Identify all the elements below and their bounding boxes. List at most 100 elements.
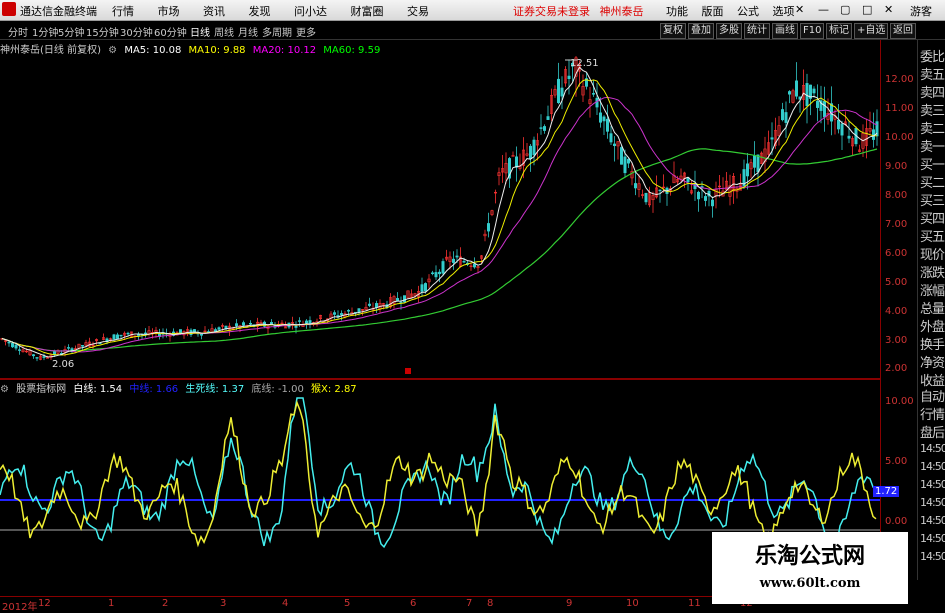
menu-ask[interactable]: 问小达	[294, 5, 327, 18]
panel-label: 外盘	[920, 320, 945, 335]
candle-body	[595, 97, 599, 108]
menu-layout[interactable]: 版面	[702, 5, 724, 18]
candle-body	[612, 143, 616, 147]
period-5min[interactable]: 5分钟	[58, 24, 84, 39]
adjust-button[interactable]: 复权	[660, 23, 686, 39]
f10-button[interactable]: F10	[800, 23, 825, 39]
menu-formula[interactable]: 公式	[737, 5, 759, 18]
price-tick: 9.00	[885, 161, 908, 172]
stats-button[interactable]: 统计	[744, 23, 770, 39]
candle-body	[605, 118, 609, 132]
period-daily[interactable]: 日线	[190, 24, 210, 39]
candle-body	[752, 155, 756, 168]
menu-function[interactable]: 功能	[666, 5, 688, 18]
menu-options[interactable]: 选项	[773, 5, 795, 18]
candle-body	[242, 322, 246, 326]
overlay-button[interactable]: 叠加	[688, 23, 714, 39]
price-tick: 12.00	[885, 74, 914, 85]
period-multi[interactable]: 多周期	[262, 24, 292, 39]
period-1min[interactable]: 1分钟	[32, 24, 58, 39]
menu-news[interactable]: 资讯	[203, 5, 225, 18]
app-title: 通达信金融终端	[20, 5, 97, 18]
candle-body	[17, 349, 21, 351]
menu-trade[interactable]: 交易	[407, 5, 429, 18]
period-30min[interactable]: 30分钟	[120, 24, 153, 39]
candle-body	[780, 109, 784, 121]
price-tick: 10.00	[885, 132, 914, 143]
auto-button[interactable]: 自动	[920, 386, 945, 405]
candle-body	[116, 334, 120, 339]
period-15min[interactable]: 15分钟	[86, 24, 119, 39]
indicator-tick: 5.00	[885, 456, 908, 467]
x-label: 10	[626, 598, 639, 609]
mark-button[interactable]: 标记	[826, 23, 852, 39]
candle-body	[703, 196, 707, 201]
draw-button[interactable]: 画线	[772, 23, 798, 39]
login-notice[interactable]: 证券交易未登录 神州泰岳	[513, 3, 644, 19]
panel-time: 14:50	[920, 496, 945, 509]
candle-body	[486, 223, 490, 232]
candle-body	[784, 112, 788, 123]
panel-label: 卖五	[920, 68, 945, 83]
ma10-line	[1, 79, 878, 356]
restore-icon[interactable]: ▢	[840, 3, 850, 16]
candle-body	[528, 145, 532, 159]
candle-body	[770, 137, 774, 140]
price-chart[interactable]: 12.51 2.06	[0, 56, 880, 376]
maximize-icon[interactable]: □	[862, 3, 872, 16]
menu-discover[interactable]: 发现	[249, 5, 271, 18]
candle-body	[794, 80, 798, 97]
close-window-icon[interactable]: ✕	[884, 3, 893, 16]
panel-time: 14:50	[920, 532, 945, 545]
candle-body	[602, 116, 606, 122]
x-label: 9	[566, 598, 573, 609]
guest-label[interactable]: 游客	[910, 3, 932, 19]
period-more[interactable]: 更多	[296, 24, 316, 39]
panel-label: 委比	[920, 50, 945, 65]
candle-body	[462, 261, 466, 263]
x-label: 11	[688, 598, 701, 609]
minimize-icon[interactable]: —	[818, 3, 829, 16]
candle-body	[623, 156, 627, 174]
candle-body	[14, 344, 18, 349]
event-marker-icon	[405, 368, 411, 374]
candle-body	[119, 334, 123, 337]
panel-label: 总量	[920, 302, 945, 317]
close-icon[interactable]: ✕	[795, 3, 804, 16]
multi-stock-button[interactable]: 多股	[716, 23, 742, 39]
panel-label: 买三	[920, 194, 945, 209]
period-timeshare[interactable]: 分时	[8, 24, 28, 39]
menu-wealth[interactable]: 财富圈	[351, 5, 384, 18]
x-label: 6	[410, 598, 417, 609]
watermark-url: www.60lt.com	[759, 576, 861, 591]
quote-button[interactable]: 行情	[920, 404, 945, 423]
candle-body	[434, 272, 438, 278]
candle-body	[126, 332, 130, 335]
after-hours-button[interactable]: 盘后	[920, 422, 945, 441]
candlesticks	[0, 56, 879, 362]
price-tick: 2.00	[885, 363, 908, 374]
add-watchlist-button[interactable]: +自选	[854, 23, 889, 39]
candle-body	[658, 189, 662, 192]
app-logo-icon	[2, 2, 16, 16]
back-button[interactable]: 返回	[890, 23, 916, 39]
settings-icon[interactable]: ⚙	[108, 45, 117, 56]
x-label: 4	[282, 598, 289, 609]
period-monthly[interactable]: 月线	[238, 24, 258, 39]
candle-body	[67, 347, 71, 349]
x-label: 1	[108, 598, 115, 609]
candle-body	[598, 112, 602, 123]
candle-body	[696, 191, 700, 200]
candle-body	[367, 303, 371, 306]
panel-label: 买五	[920, 230, 945, 245]
x-label: 12	[38, 598, 51, 609]
period-60min[interactable]: 60分钟	[154, 24, 187, 39]
period-weekly[interactable]: 周线	[214, 24, 234, 39]
candle-body	[137, 334, 141, 336]
candle-body	[402, 295, 406, 303]
menu-market[interactable]: 市场	[158, 5, 180, 18]
candle-body	[420, 284, 424, 292]
panel-label: 买四	[920, 212, 945, 227]
candle-body	[193, 329, 197, 333]
menu-quotes[interactable]: 行情	[112, 5, 134, 18]
